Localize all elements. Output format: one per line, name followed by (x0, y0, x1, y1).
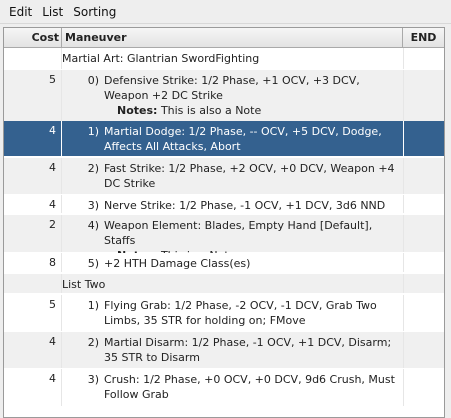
end-cell (403, 369, 444, 406)
maneuver-text: Crush: 1/2 Phase, +0 OCV, +0 DCV, 9d6 Cr… (104, 373, 395, 401)
cost-cell: 4 (4, 332, 62, 368)
cost-cell: 4 (4, 121, 62, 156)
table-row[interactable]: 8 5) +2 HTH Damage Class(es) (4, 253, 444, 273)
maneuver-line: 3) Crush: 1/2 Phase, +0 OCV, +0 DCV, 9d6 … (67, 372, 403, 402)
end-cell (403, 295, 444, 331)
maneuver-number: 3) (87, 373, 99, 386)
maneuver-text: +2 HTH Damage Class(es) (104, 257, 251, 270)
cost-cell: 5 (4, 295, 62, 331)
end-cell (403, 332, 444, 368)
maneuver-table: Cost Maneuver END Martial Art: Glantrian… (3, 27, 445, 418)
maneuver-text: Nerve Strike: 1/2 Phase, -1 OCV, +1 DCV,… (104, 199, 386, 212)
maneuver-note: Notes: This is also a Note (104, 103, 403, 118)
table-row[interactable]: 5 1) Flying Grab: 1/2 Phase, -2 OCV, -1 DC… (4, 295, 444, 332)
column-header-end[interactable]: END (403, 28, 444, 47)
table-header: Cost Maneuver END (4, 28, 444, 48)
maneuver-cell: 5) +2 HTH Damage Class(es) (62, 253, 403, 272)
cost-cell: 4 (4, 369, 62, 406)
maneuver-line: 5) +2 HTH Damage Class(es) (67, 256, 403, 271)
column-header-maneuver[interactable]: Maneuver (62, 28, 403, 47)
end-cell (403, 70, 444, 121)
maneuver-cell: 4) Weapon Element: Blades, Empty Hand [De… (62, 215, 403, 262)
cost-cell (4, 48, 62, 69)
maneuver-cell: 0) Defensive Strike: 1/2 Phase, +1 OCV, +… (62, 70, 403, 121)
end-cell (403, 274, 444, 293)
maneuver-cell: Martial Art: Glantrian SwordFighting (62, 48, 403, 69)
maneuver-number: 2) (87, 162, 99, 175)
end-cell (403, 121, 444, 156)
column-header-cost[interactable]: Cost (4, 28, 62, 47)
maneuver-cell: 1) Flying Grab: 1/2 Phase, -2 OCV, -1 DCV… (62, 295, 403, 331)
end-cell (403, 48, 444, 69)
end-cell (403, 195, 444, 213)
table-row[interactable]: 2 4) Weapon Element: Blades, Empty Hand [D… (4, 215, 444, 262)
maneuver-line: 3) Nerve Strike: 1/2 Phase, -1 OCV, +1 DC… (67, 198, 403, 213)
maneuver-number: 3) (87, 199, 99, 212)
cost-cell (4, 274, 62, 293)
group-title: List Two (62, 278, 106, 291)
maneuver-line: 2) Martial Disarm: 1/2 Phase, -1 OCV, +1 … (67, 335, 403, 365)
table-row[interactable]: 4 1) Martial Dodge: 1/2 Phase, -- OCV, +5 … (4, 121, 444, 157)
group-title: Martial Art: Glantrian SwordFighting (62, 52, 260, 65)
maneuver-number: 5) (87, 257, 99, 270)
cost-cell: 5 (4, 70, 62, 121)
menu-bar: Edit List Sorting (0, 0, 451, 24)
table-row[interactable]: 4 2) Fast Strike: 1/2 Phase, +2 OCV, +0 DC… (4, 158, 444, 195)
table-row[interactable]: 4 3) Nerve Strike: 1/2 Phase, -1 OCV, +1 D… (4, 195, 444, 214)
group-row[interactable]: List Two (4, 274, 444, 294)
table-row[interactable]: 4 2) Martial Disarm: 1/2 Phase, -1 OCV, +1… (4, 332, 444, 369)
group-row[interactable]: Martial Art: Glantrian SwordFighting (4, 48, 444, 70)
table-row[interactable]: 4 3) Crush: 1/2 Phase, +0 OCV, +0 DCV, 9d6… (4, 369, 444, 407)
menu-edit[interactable]: Edit (4, 5, 37, 19)
menu-sorting[interactable]: Sorting (68, 5, 121, 19)
maneuver-number: 1) (87, 125, 99, 138)
cost-cell: 2 (4, 215, 62, 252)
end-cell (403, 215, 444, 252)
note-text: This is also a Note (160, 104, 262, 117)
end-cell (403, 253, 444, 272)
maneuver-text: Martial Disarm: 1/2 Phase, -1 OCV, +1 DC… (104, 336, 392, 364)
maneuver-line: 1) Martial Dodge: 1/2 Phase, -- OCV, +5 D… (67, 124, 403, 154)
maneuver-number: 1) (87, 299, 99, 312)
maneuver-cell: 3) Crush: 1/2 Phase, +0 OCV, +0 DCV, 9d6 … (62, 369, 403, 406)
maneuver-cell: List Two (62, 274, 403, 293)
maneuver-line: 2) Fast Strike: 1/2 Phase, +2 OCV, +0 DCV… (67, 161, 403, 191)
maneuver-text: Weapon Element: Blades, Empty Hand [Defa… (104, 219, 373, 247)
maneuver-cell: 2) Martial Disarm: 1/2 Phase, -1 OCV, +1 … (62, 332, 403, 368)
cost-cell: 8 (4, 253, 62, 272)
cost-cell: 4 (4, 195, 62, 213)
end-cell (403, 158, 444, 194)
maneuver-cell: 2) Fast Strike: 1/2 Phase, +2 OCV, +0 DCV… (62, 158, 403, 194)
maneuver-number: 2) (87, 336, 99, 349)
maneuver-cell: 3) Nerve Strike: 1/2 Phase, -1 OCV, +1 DC… (62, 195, 403, 213)
maneuver-text: Martial Dodge: 1/2 Phase, -- OCV, +5 DCV… (104, 125, 382, 153)
maneuver-cell: 1) Martial Dodge: 1/2 Phase, -- OCV, +5 D… (62, 121, 403, 156)
maneuver-number: 0) (87, 74, 99, 87)
maneuver-text: Flying Grab: 1/2 Phase, -2 OCV, -1 DCV, … (104, 299, 377, 327)
maneuver-line: 1) Flying Grab: 1/2 Phase, -2 OCV, -1 DCV… (67, 298, 403, 328)
note-label: Notes: (117, 104, 158, 117)
menu-list[interactable]: List (37, 5, 68, 19)
maneuver-line: 0) Defensive Strike: 1/2 Phase, +1 OCV, +… (67, 73, 403, 118)
maneuver-text: Fast Strike: 1/2 Phase, +2 OCV, +0 DCV, … (104, 162, 395, 190)
maneuver-text: Defensive Strike: 1/2 Phase, +1 OCV, +3 … (104, 74, 360, 102)
table-row[interactable]: 5 0) Defensive Strike: 1/2 Phase, +1 OCV, … (4, 70, 444, 122)
cost-cell: 4 (4, 158, 62, 194)
